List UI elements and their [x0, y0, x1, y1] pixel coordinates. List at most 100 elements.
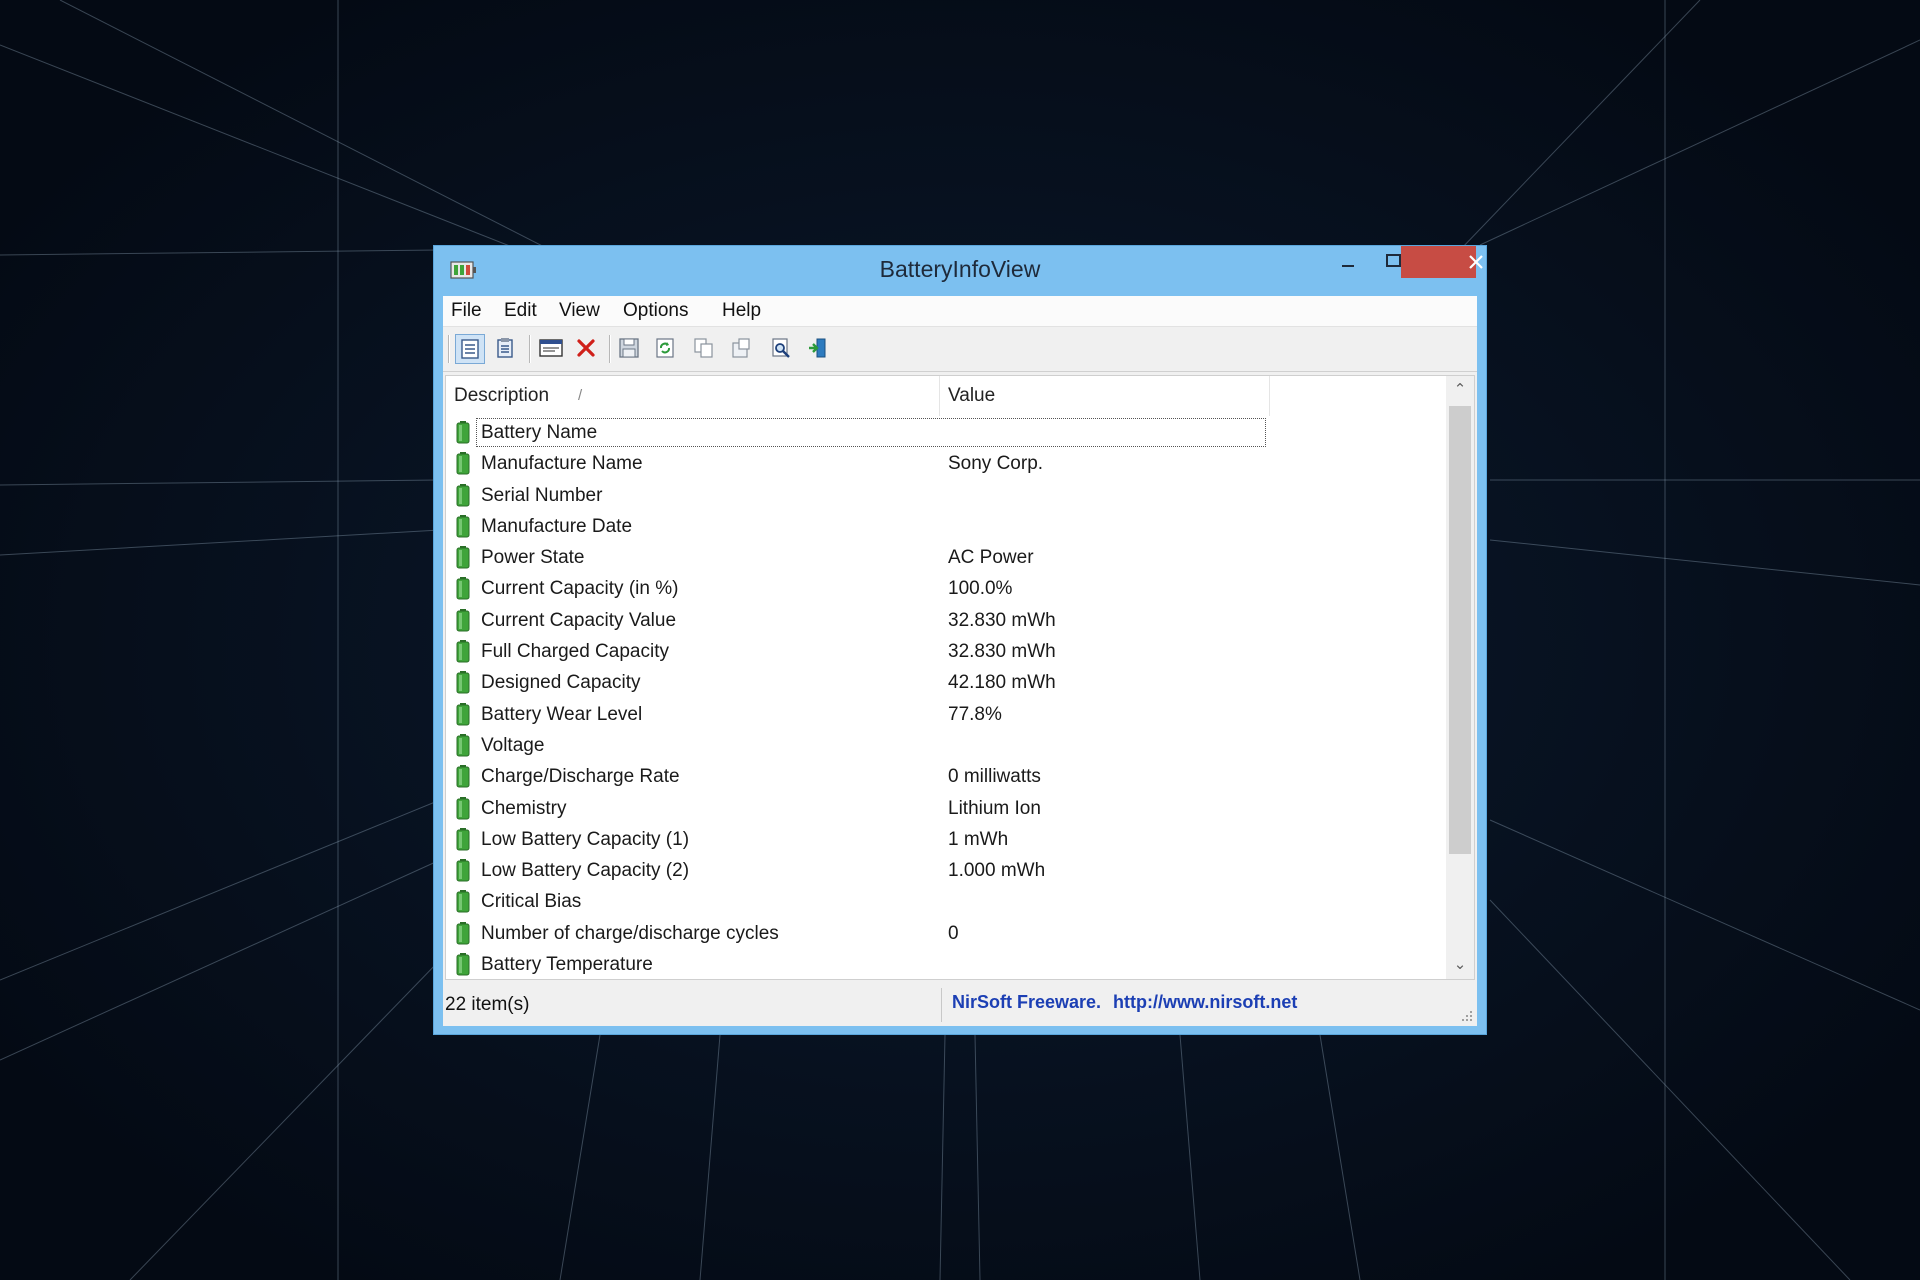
battery-icon [456, 890, 470, 913]
row-description: Designed Capacity [481, 672, 641, 694]
toolbar-separator [448, 335, 450, 363]
list-rows: Battery Name Manufacture Name Sony Corp. Se… [446, 417, 1446, 979]
battery-icon [456, 640, 470, 663]
table-row[interactable]: Power State AC Power [446, 542, 1446, 573]
column-header-description[interactable]: Description / [446, 376, 940, 416]
table-row[interactable]: Manufacture Name Sony Corp. [446, 448, 1446, 479]
list-header: Description / Value [446, 376, 1446, 416]
row-description: Battery Name [481, 422, 598, 443]
table-row[interactable]: Charge/Discharge Rate 0 milliwatts [446, 761, 1446, 792]
refresh-button[interactable] [651, 334, 681, 364]
row-description: Voltage [481, 734, 545, 756]
battery-icon [456, 859, 470, 882]
row-description: Battery Wear Level [481, 703, 643, 725]
battery-icon [456, 827, 470, 851]
row-description: Manufacture Date [481, 515, 633, 537]
row-description: Battery Temperature [481, 954, 653, 976]
row-value: 77.8% [948, 703, 1002, 725]
exit-icon [809, 338, 826, 358]
table-row[interactable]: Battery Name [446, 417, 1446, 448]
vertical-scrollbar[interactable]: ⌃ ⌄ [1446, 376, 1474, 979]
menu-view[interactable]: View [557, 300, 602, 322]
copy-button[interactable] [690, 334, 720, 364]
menu-options[interactable]: Options [621, 300, 690, 322]
table-row[interactable]: Full Charged Capacity 32.830 mWh [446, 636, 1446, 667]
battery-icon [456, 702, 470, 726]
battery-icon [456, 671, 470, 694]
row-description: Critical Bias [481, 891, 582, 913]
menu-help[interactable]: Help [720, 300, 763, 322]
delete-icon [577, 339, 595, 357]
battery-icon [456, 577, 470, 600]
exit-button[interactable] [804, 334, 834, 364]
row-value: 0 [948, 922, 959, 944]
maximize-button[interactable] [1348, 246, 1401, 278]
table-row[interactable]: Manufacture Date [446, 511, 1446, 542]
scroll-up-icon[interactable]: ⌃ [1446, 376, 1474, 404]
row-value: Sony Corp. [948, 453, 1044, 475]
row-description: Low Battery Capacity (2) [481, 860, 690, 882]
battery-icon [456, 921, 470, 945]
copy-icon [694, 338, 713, 358]
battery-icon [456, 546, 470, 569]
delete-button[interactable] [572, 334, 602, 364]
row-description: Low Battery Capacity (1) [481, 828, 690, 850]
table-row[interactable]: Battery Wear Level 77.8% [446, 699, 1446, 730]
row-value: 100.0% [948, 578, 1013, 600]
battery-info-list[interactable]: Description / Value Battery Name Manufact… [445, 375, 1475, 980]
table-row[interactable]: Critical Bias [446, 886, 1446, 917]
row-description: Manufacture Name [481, 453, 643, 475]
properties-button[interactable] [491, 334, 521, 364]
battery-icon [456, 953, 470, 976]
properties-icon [497, 338, 513, 358]
properties-window-button[interactable] [727, 334, 757, 364]
table-row[interactable]: Current Capacity Value 32.830 mWh [446, 605, 1446, 636]
menu-edit[interactable]: Edit [502, 300, 539, 322]
column-header-value[interactable]: Value [940, 376, 1270, 416]
close-button[interactable] [1401, 246, 1483, 278]
table-row[interactable]: Low Battery Capacity (2) 1.000 mWh [446, 855, 1446, 886]
column-header-label: Description [454, 385, 550, 406]
title-bar[interactable]: BatteryInfoView [434, 246, 1486, 296]
row-value: 32.830 mWh [948, 609, 1056, 631]
status-bar: 22 item(s) NirSoft Freeware. http://www.n… [443, 984, 1477, 1026]
credit-text: NirSoft Freeware. [952, 992, 1102, 1012]
menu-file[interactable]: File [449, 300, 484, 322]
resize-grip-icon[interactable] [1461, 1010, 1473, 1022]
row-description: Serial Number [481, 484, 603, 506]
row-value: 0 milliwatts [948, 766, 1041, 788]
row-description: Power State [481, 547, 585, 569]
row-value: AC Power [948, 547, 1034, 569]
table-row[interactable]: Voltage [446, 730, 1446, 761]
minimize-button[interactable] [1302, 246, 1354, 278]
battery-icon [456, 608, 470, 632]
battery-icon [456, 483, 470, 507]
table-row[interactable]: Current Capacity (in %) 100.0% [446, 573, 1446, 604]
find-button[interactable] [767, 334, 797, 364]
close-icon [1468, 255, 1483, 269]
battery-icon [456, 733, 470, 757]
app-window: BatteryInfoView File Edit View Options H… [433, 245, 1487, 1035]
scroll-thumb[interactable] [1449, 406, 1471, 854]
table-row[interactable]: Low Battery Capacity (1) 1 mWh [446, 824, 1446, 855]
table-row[interactable]: Designed Capacity 42.180 mWh [446, 667, 1446, 698]
row-description: Current Capacity Value [481, 609, 677, 631]
battery-icon [456, 796, 470, 820]
toolbar-separator [529, 335, 531, 363]
battery-icon [456, 514, 470, 538]
row-value: 32.830 mWh [948, 641, 1056, 663]
scroll-down-icon[interactable]: ⌄ [1446, 951, 1474, 979]
row-description: Chemistry [481, 797, 567, 819]
status-separator [941, 988, 942, 1022]
battery-icon [456, 765, 470, 788]
save-button[interactable] [615, 334, 645, 364]
nirsoft-credit[interactable]: NirSoft Freeware. http://www.nirsoft.net [952, 992, 1297, 1013]
table-row[interactable]: Serial Number [446, 480, 1446, 511]
row-description: Current Capacity (in %) [481, 578, 679, 600]
table-row[interactable]: Number of charge/discharge cycles 0 [446, 918, 1446, 949]
table-row[interactable]: Chemistry Lithium Ion [446, 793, 1446, 824]
table-row[interactable]: Battery Temperature [446, 949, 1446, 979]
general-mode-button[interactable] [455, 334, 485, 364]
nirsoft-link[interactable]: http://www.nirsoft.net [1113, 992, 1297, 1012]
html-report-button[interactable] [536, 334, 566, 364]
